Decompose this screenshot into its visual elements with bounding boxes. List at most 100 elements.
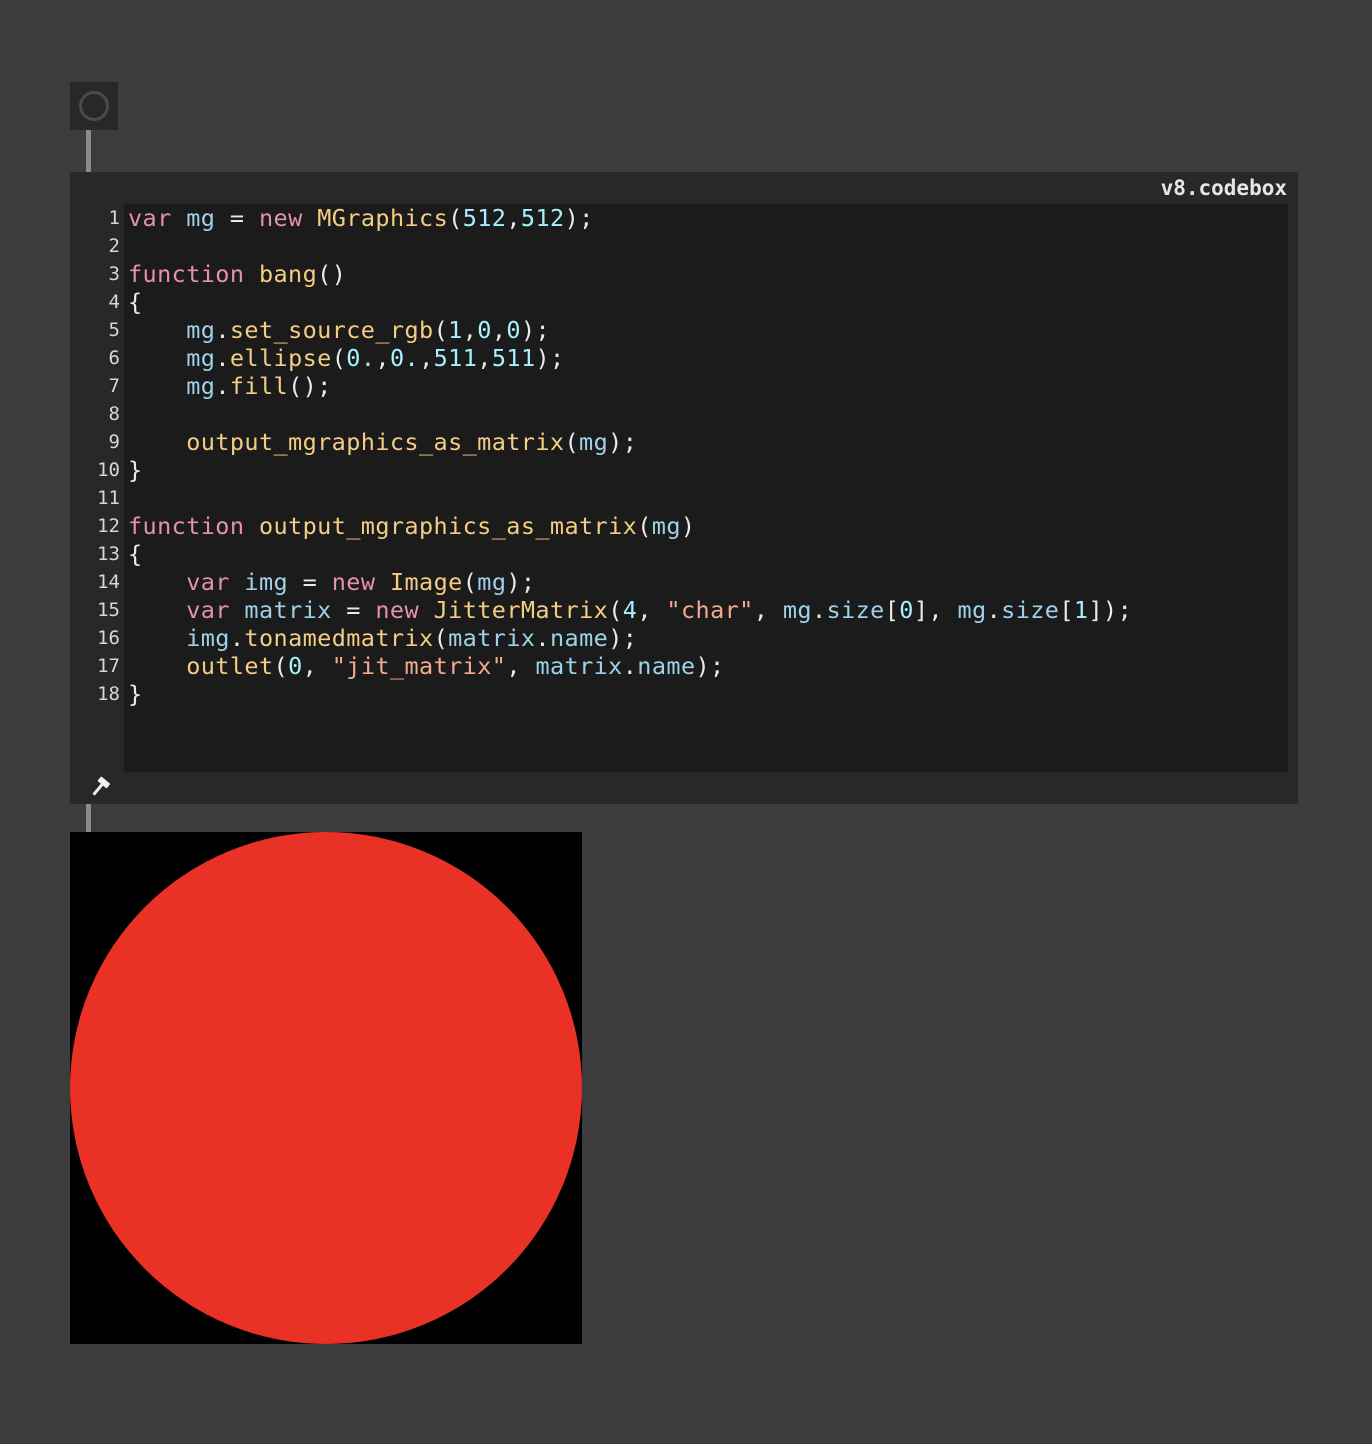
line-number-gutter: 1 2 3 4 5 6 7 8 9 10 11 12 13 14 15 16 17 18 xyxy=(70,204,120,708)
code-text[interactable]: var mg = new MGraphics(512,512); function… xyxy=(128,204,1288,708)
code-token: name xyxy=(637,652,696,680)
line-number: 17 xyxy=(97,655,120,677)
code-token: , xyxy=(302,652,332,680)
code-token: [ xyxy=(884,596,900,624)
code-token: 1 xyxy=(448,316,463,344)
red-ellipse-render xyxy=(70,832,582,1344)
code-token: 0 xyxy=(288,652,303,680)
code-token: mg xyxy=(579,428,609,456)
code-token: tonamedmatrix xyxy=(244,624,434,652)
code-token: , xyxy=(419,344,434,372)
line-number: 13 xyxy=(97,543,120,565)
patch-cord-codebox-to-jitwindow[interactable] xyxy=(86,804,91,832)
line-number: 6 xyxy=(108,347,120,369)
code-token: MGraphics xyxy=(317,204,449,232)
code-token: ( xyxy=(637,512,652,540)
code-token: 511 xyxy=(491,344,536,372)
code-token: mg xyxy=(186,316,216,344)
code-token: . xyxy=(215,316,230,344)
code-token: ( xyxy=(462,568,478,596)
patch-cord-bang-to-codebox[interactable] xyxy=(86,130,91,172)
v8-codebox-object[interactable]: v8.codebox 1 2 3 4 5 6 7 8 9 10 11 12 13 14 15 16 17 18 v… xyxy=(70,172,1298,804)
hammer-icon[interactable] xyxy=(90,776,110,798)
code-token: fill xyxy=(229,372,289,400)
code-line: var mg = new MGraphics(512,512); xyxy=(128,204,1288,232)
bang-button[interactable] xyxy=(70,82,118,130)
code-token: ); xyxy=(535,344,565,372)
code-token: ( xyxy=(433,624,449,652)
code-line: } xyxy=(128,680,1288,708)
line-number: 10 xyxy=(97,459,120,481)
code-token: 4 xyxy=(622,596,638,624)
code-token: img xyxy=(244,568,289,596)
code-token: size xyxy=(826,596,885,624)
code-token: ]); xyxy=(1088,596,1133,624)
code-token: . xyxy=(215,344,230,372)
code-token: . xyxy=(622,652,638,680)
code-token: , xyxy=(477,344,492,372)
code-token: ( xyxy=(608,596,623,624)
code-token: mg xyxy=(782,596,812,624)
code-token: ], xyxy=(913,596,958,624)
code-token: outlet xyxy=(186,652,274,680)
code-token: "char" xyxy=(666,596,754,624)
code-token: Image xyxy=(389,568,463,596)
code-line: { xyxy=(128,288,1288,316)
code-token: 0 xyxy=(899,596,914,624)
code-token: function xyxy=(128,512,245,540)
line-number: 4 xyxy=(108,291,120,313)
code-token: ( xyxy=(564,428,580,456)
code-token: , xyxy=(491,316,507,344)
code-token: { xyxy=(128,288,143,316)
code-token: function xyxy=(128,260,245,288)
code-token: () xyxy=(317,260,347,288)
code-token: . xyxy=(535,624,550,652)
code-line: mg.set_source_rgb(1,0,0); xyxy=(128,316,1288,344)
code-token: ); xyxy=(506,568,536,596)
line-number: 3 xyxy=(108,263,120,285)
code-token: name xyxy=(549,624,609,652)
line-number: 1 xyxy=(108,207,120,229)
code-token: mg xyxy=(651,512,681,540)
code-token: mg xyxy=(186,344,216,372)
code-token: matrix xyxy=(244,596,332,624)
jit-pwindow-display[interactable] xyxy=(70,832,582,1344)
code-token: ellipse xyxy=(229,344,332,372)
code-token: , xyxy=(506,652,536,680)
code-token: . xyxy=(229,624,245,652)
code-token: } xyxy=(128,680,143,708)
code-token: 0. xyxy=(389,344,420,372)
line-number: 5 xyxy=(108,319,120,341)
line-number: 9 xyxy=(108,431,120,453)
code-line: function bang() xyxy=(128,260,1288,288)
code-token: ( xyxy=(448,204,463,232)
code-token: . xyxy=(811,596,827,624)
code-token: 512 xyxy=(520,204,565,232)
code-token: , xyxy=(753,596,783,624)
code-token: 511 xyxy=(433,344,478,372)
code-token: output_mgraphics_as_matrix xyxy=(186,428,565,456)
code-token: [ xyxy=(1059,596,1074,624)
code-line: mg.fill(); xyxy=(128,372,1288,400)
code-token: } xyxy=(128,456,143,484)
code-token: , xyxy=(462,316,478,344)
code-token: = xyxy=(215,204,259,232)
code-token: , xyxy=(375,344,390,372)
code-token: JitterMatrix xyxy=(433,596,609,624)
code-line: } xyxy=(128,456,1288,484)
code-line: img.tonamedmatrix(matrix.name); xyxy=(128,624,1288,652)
